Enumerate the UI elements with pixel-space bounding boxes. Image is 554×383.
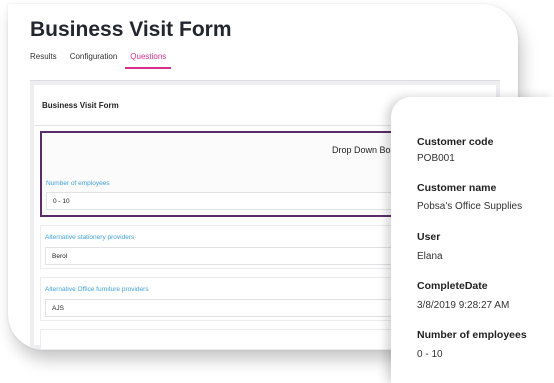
info-value-complete-date: 3/8/2019 9:28:27 AM [417,300,510,311]
info-label-complete-date: CompleteDate [417,280,488,292]
tab-questions[interactable]: Questions [125,50,172,69]
info-value-user: Elana [417,251,443,262]
question-label: Alternative Office furniture providers [45,286,149,293]
tab-configuration[interactable]: Configuration [70,50,118,67]
info-sidebar: Customer code POB001 Customer name Pobsa… [391,97,554,383]
info-value-customer-name: Pobsa's Office Supplies [417,201,523,212]
info-label-user: User [417,231,441,243]
info-label-customer-name: Customer name [417,182,497,194]
info-value-customer-code: POB001 [417,153,455,164]
dropdown-heading: Drop Down Bo [332,145,391,155]
tab-results[interactable]: Results [30,50,57,67]
info-label-employees: Number of employees [417,329,527,341]
question-label: Number of employees [46,180,110,187]
form-panel-title: Business Visit Form [42,101,119,110]
tab-bar: Results Configuration Questions [30,50,179,69]
info-label-customer-code: Customer code [417,136,494,148]
question-label: Alternative stationery providers [45,234,135,241]
info-value-employees: 0 - 10 [417,349,443,360]
page-title: Business Visit Form [30,18,232,41]
